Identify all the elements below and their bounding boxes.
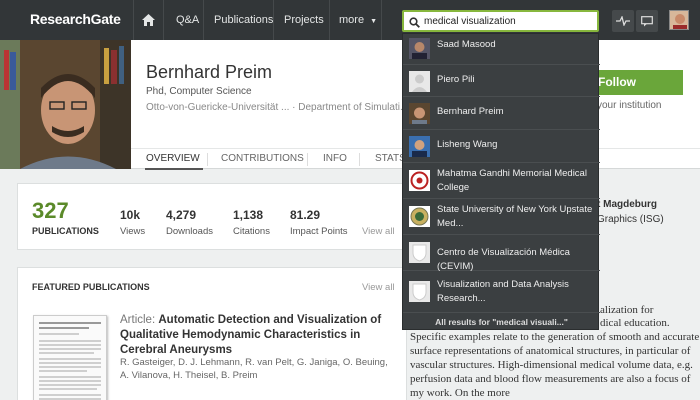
institution-shield-icon [409, 242, 430, 263]
caret-down-icon: ▼ [370, 18, 378, 25]
result-label: Piero Pili [437, 74, 475, 85]
nav-divider [329, 0, 330, 40]
stats-view-all-link[interactable]: View all [362, 226, 395, 237]
result-avatar [409, 136, 430, 157]
profile-name: Bernhard Preim [146, 62, 273, 82]
institution-name[interactable]: t Magdeburg [597, 199, 657, 210]
search-box[interactable] [402, 10, 599, 32]
nav-divider [163, 0, 164, 40]
bio-partial: alization for dical education. [600, 304, 700, 330]
result-label: Saad Masood [437, 39, 496, 50]
result-label: State University of New York Upstate Med… [437, 204, 593, 229]
result-avatar [409, 38, 430, 59]
result-avatar [409, 103, 430, 124]
stat-value: 81.29 [290, 208, 321, 222]
tab-divider [307, 153, 308, 166]
publications-label: PUBLICATIONS [32, 226, 99, 236]
nav-qa[interactable]: Q&A [168, 0, 207, 40]
bio-text: Specific examples relate to the generati… [410, 331, 700, 399]
paper-thumbnail[interactable] [33, 315, 107, 400]
institution-shield-icon [409, 281, 430, 302]
bio-line: alization for [600, 304, 654, 316]
search-result-item[interactable]: Saad Masood [403, 34, 600, 65]
researchgate-logo[interactable]: ResearchGate [30, 11, 121, 27]
result-label: Mahatma Gandhi Memorial Medical College [437, 168, 587, 193]
stat-label: Views [120, 226, 146, 237]
search-result-item[interactable]: Lisheng Wang [403, 130, 600, 163]
tab-overview[interactable]: OVERVIEW [146, 149, 200, 170]
nav-divider [273, 0, 274, 40]
profile-photo [0, 40, 131, 169]
search-result-item[interactable]: Mahatma Gandhi Memorial Medical College [403, 163, 600, 199]
result-label: Visualization and Data Analysis Research… [437, 279, 569, 304]
profile-affiliation[interactable]: Otto-von-Guericke-Universität ... · Depa… [146, 102, 408, 113]
stats-card: 327 PUBLICATIONS 10k Views 4,279 Downloa… [17, 183, 407, 250]
result-label: Centro de Visualización Médica (CEVIM) [437, 247, 570, 272]
activity-icon[interactable] [612, 10, 634, 32]
search-icon [409, 15, 420, 33]
your-institution-text: your institution [597, 100, 662, 111]
search-dropdown: Saad Masood Piero Pili Bernhard Preim Li… [402, 33, 600, 331]
article-title: Automatic Detection and Visualization of… [120, 314, 382, 356]
publications-count[interactable]: 327 [32, 198, 69, 224]
stat-label: Citations [233, 226, 270, 237]
user-avatar[interactable] [669, 10, 689, 30]
nav-publications[interactable]: Publications [206, 0, 281, 40]
default-avatar-icon [409, 71, 430, 92]
institution-department: Graphics (ISG) [597, 214, 664, 225]
featured-view-all-link[interactable]: View all [362, 282, 395, 293]
search-result-item[interactable]: State University of New York Upstate Med… [403, 199, 600, 235]
home-icon[interactable] [134, 0, 162, 40]
tab-divider [207, 153, 208, 166]
nav-divider [203, 0, 204, 40]
article-type-label: Article: [120, 314, 156, 326]
nav-projects[interactable]: Projects [276, 0, 332, 40]
tab-contributions[interactable]: CONTRIBUTIONS [221, 149, 304, 170]
search-input[interactable] [424, 13, 594, 29]
search-result-item[interactable]: Bernhard Preim [403, 97, 600, 130]
search-result-item[interactable]: Piero Pili [403, 65, 600, 97]
article-authors: R. Gasteiger, D. J. Lehmann, R. van Pelt… [120, 357, 388, 381]
active-tab-indicator [145, 168, 203, 170]
search-result-item[interactable]: Visualization and Data Analysis Research… [403, 271, 600, 313]
featured-title: FEATURED PUBLICATIONS [32, 282, 150, 292]
stat-value: 1,138 [233, 208, 264, 222]
nav-more[interactable]: more ▼ [331, 0, 385, 40]
tab-divider [359, 153, 360, 166]
institution-seal-icon [409, 170, 430, 191]
stat-value: 4,279 [166, 208, 197, 222]
profile-degree: Phd, Computer Science [146, 86, 252, 97]
result-label: Bernhard Preim [437, 106, 504, 117]
result-label: Lisheng Wang [437, 139, 498, 150]
article-title-link[interactable]: Article: Automatic Detection and Visuali… [120, 313, 390, 358]
messages-icon[interactable] [636, 10, 658, 32]
all-results-link[interactable]: All results for "medical visuali..." [403, 313, 600, 331]
search-result-item[interactable]: Centro de Visualización Médica (CEVIM) [403, 235, 600, 272]
nav-more-label: more [339, 14, 365, 26]
tab-info[interactable]: INFO [323, 149, 347, 170]
institution-seal-icon [409, 206, 430, 227]
bio-line: dical education. [600, 317, 670, 329]
stat-value: 10k [120, 208, 141, 222]
featured-publications-card: FEATURED PUBLICATIONS View all Article: … [17, 267, 407, 400]
stat-label: Impact Points [290, 226, 348, 237]
nav-divider [381, 0, 382, 40]
stat-label: Downloads [166, 226, 213, 237]
